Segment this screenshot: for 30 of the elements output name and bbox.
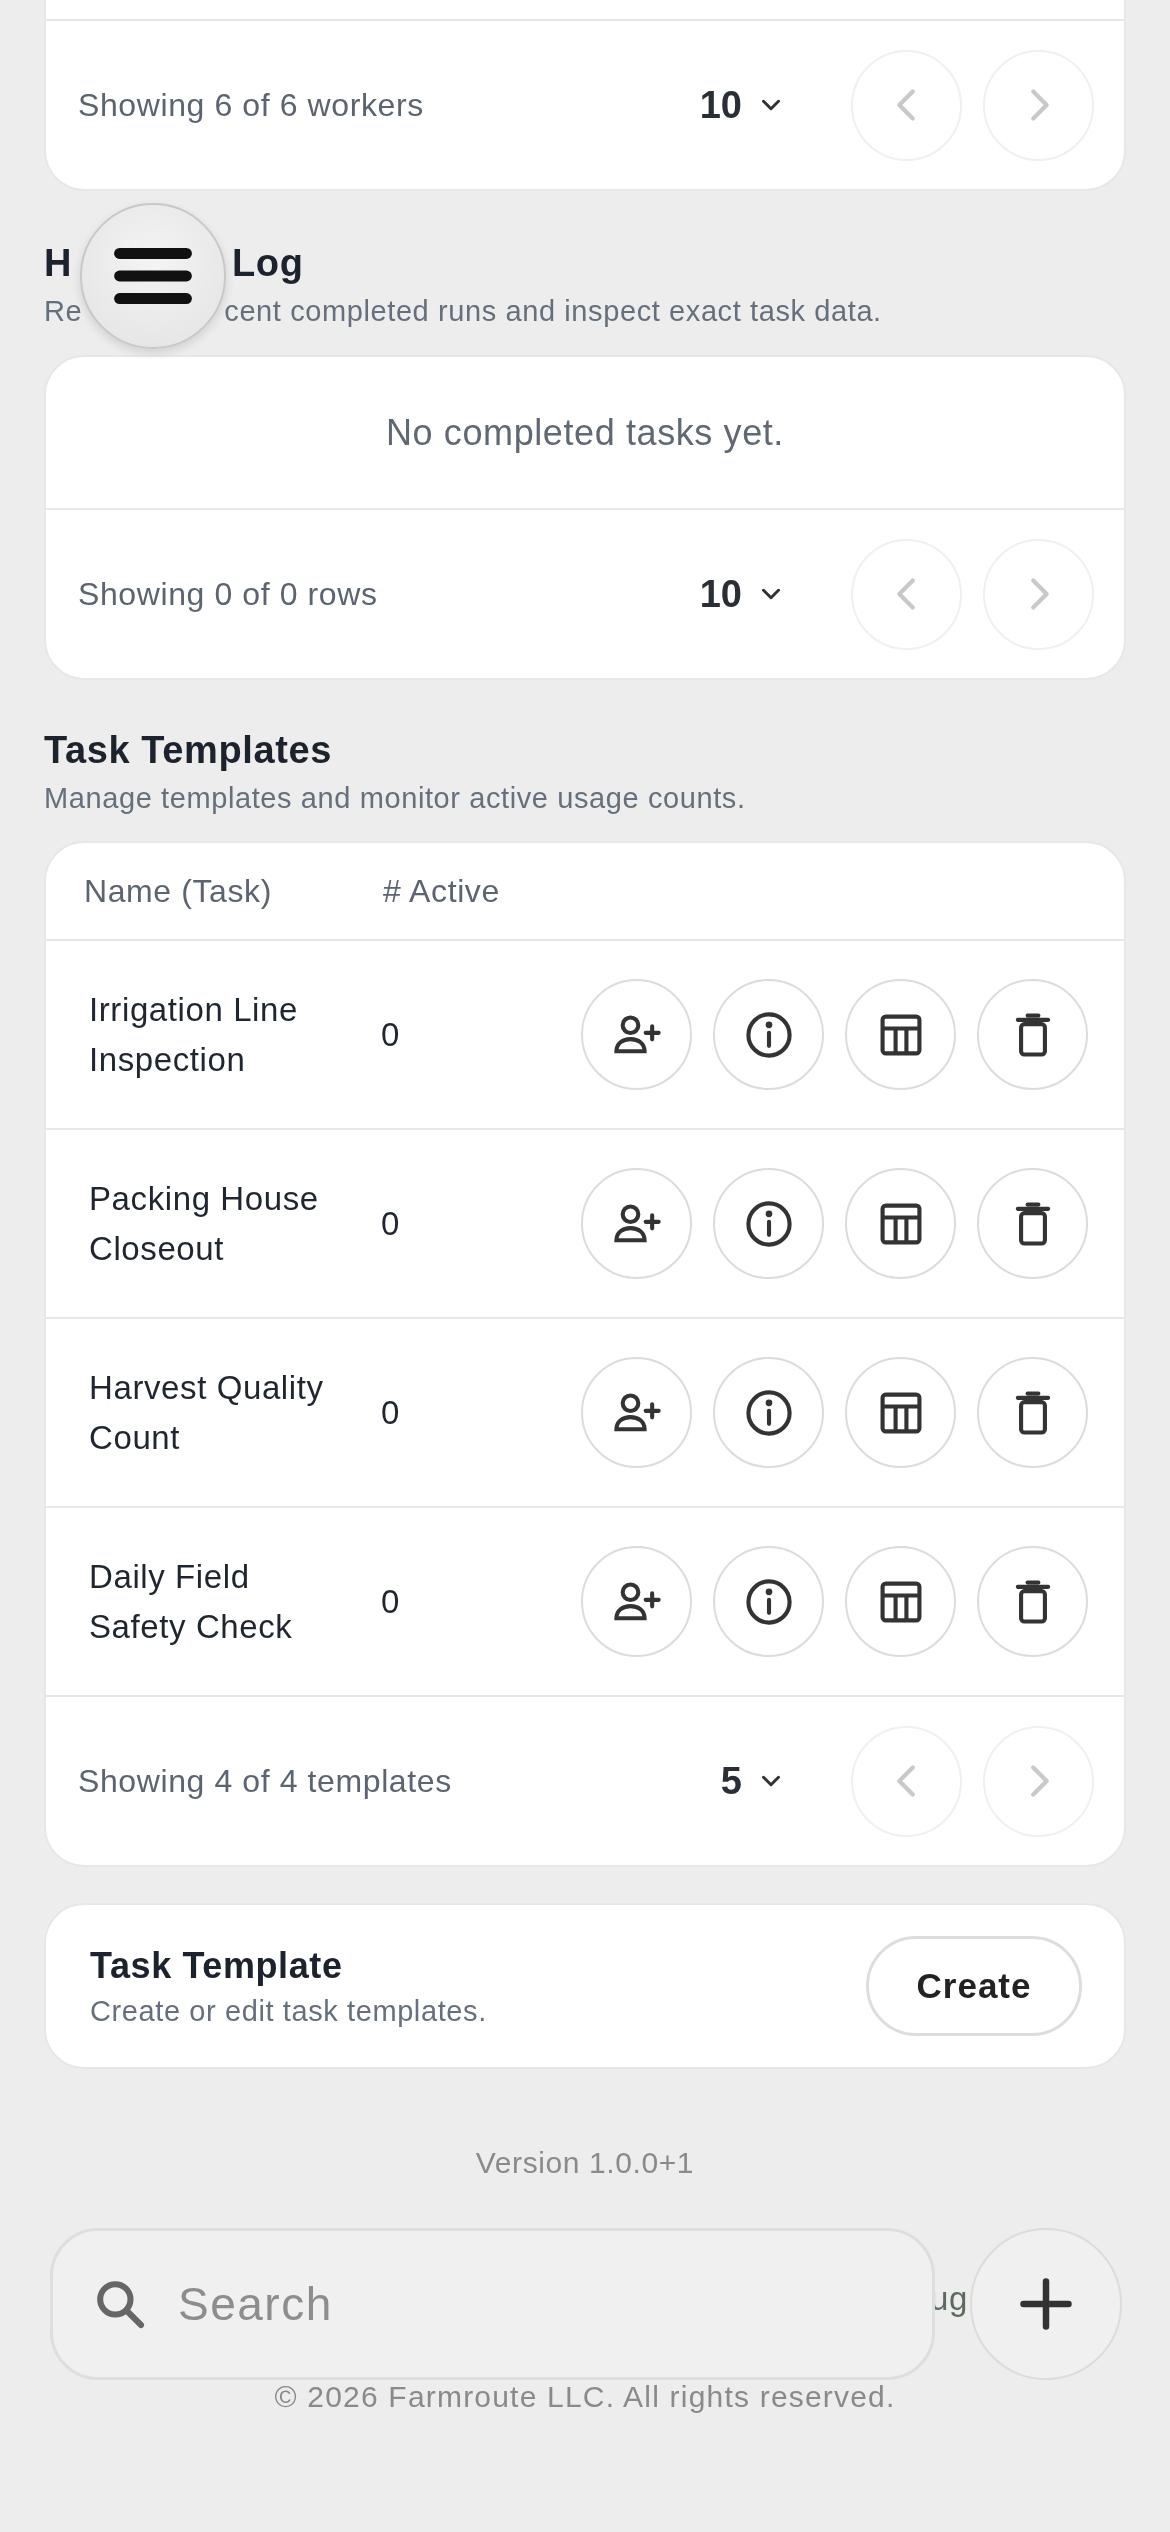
template-name: Daily Field Safety Check — [89, 1556, 294, 1647]
section-subtitle: cent completed runs and inspect exact task data. — [224, 294, 882, 329]
active-count: 0 — [381, 1582, 400, 1621]
search-field[interactable]: Search — [50, 2228, 935, 2380]
section-subtitle: Manage templates and monitor active usage counts. — [44, 781, 747, 816]
empty-message: No completed tasks yet. — [386, 411, 784, 454]
template-name: Irrigation Line Inspection — [89, 989, 299, 1080]
version-label: Version 1.0.0+1 — [474, 2145, 696, 2181]
pagination-summary: Showing 6 of 6 workers — [78, 86, 425, 124]
section-title: Log — [232, 241, 304, 285]
pagination-summary: Showing 0 of 0 rows — [78, 575, 379, 613]
copyright-text: © 2026 Farmroute LLC. All rights reserved. — [273, 2379, 897, 2415]
section-subtitle: Re — [44, 294, 83, 329]
template-name: Harvest Quality Count — [89, 1367, 325, 1458]
column-header: Name (Task) — [84, 872, 273, 910]
pagination-summary: Showing 4 of 4 templates — [78, 1762, 453, 1800]
card-title: Task Template — [90, 1944, 344, 1987]
active-count: 0 — [381, 1204, 400, 1243]
page-size-select[interactable]: 10 — [699, 572, 786, 616]
create-button[interactable]: Create — [866, 1936, 1082, 2036]
active-count: 0 — [381, 1015, 400, 1054]
menu-icon — [114, 248, 192, 304]
section-title: H — [44, 241, 73, 285]
section-title: Task Templates — [44, 728, 333, 772]
page-size-select[interactable]: 5 — [720, 1759, 786, 1803]
card-subtitle: Create or edit task templates. — [90, 1994, 488, 2028]
page-size-select[interactable]: 10 — [699, 83, 786, 127]
template-name: Packing House Closeout — [89, 1178, 320, 1269]
column-header: # Active — [383, 872, 500, 910]
active-count: 0 — [381, 1393, 400, 1432]
